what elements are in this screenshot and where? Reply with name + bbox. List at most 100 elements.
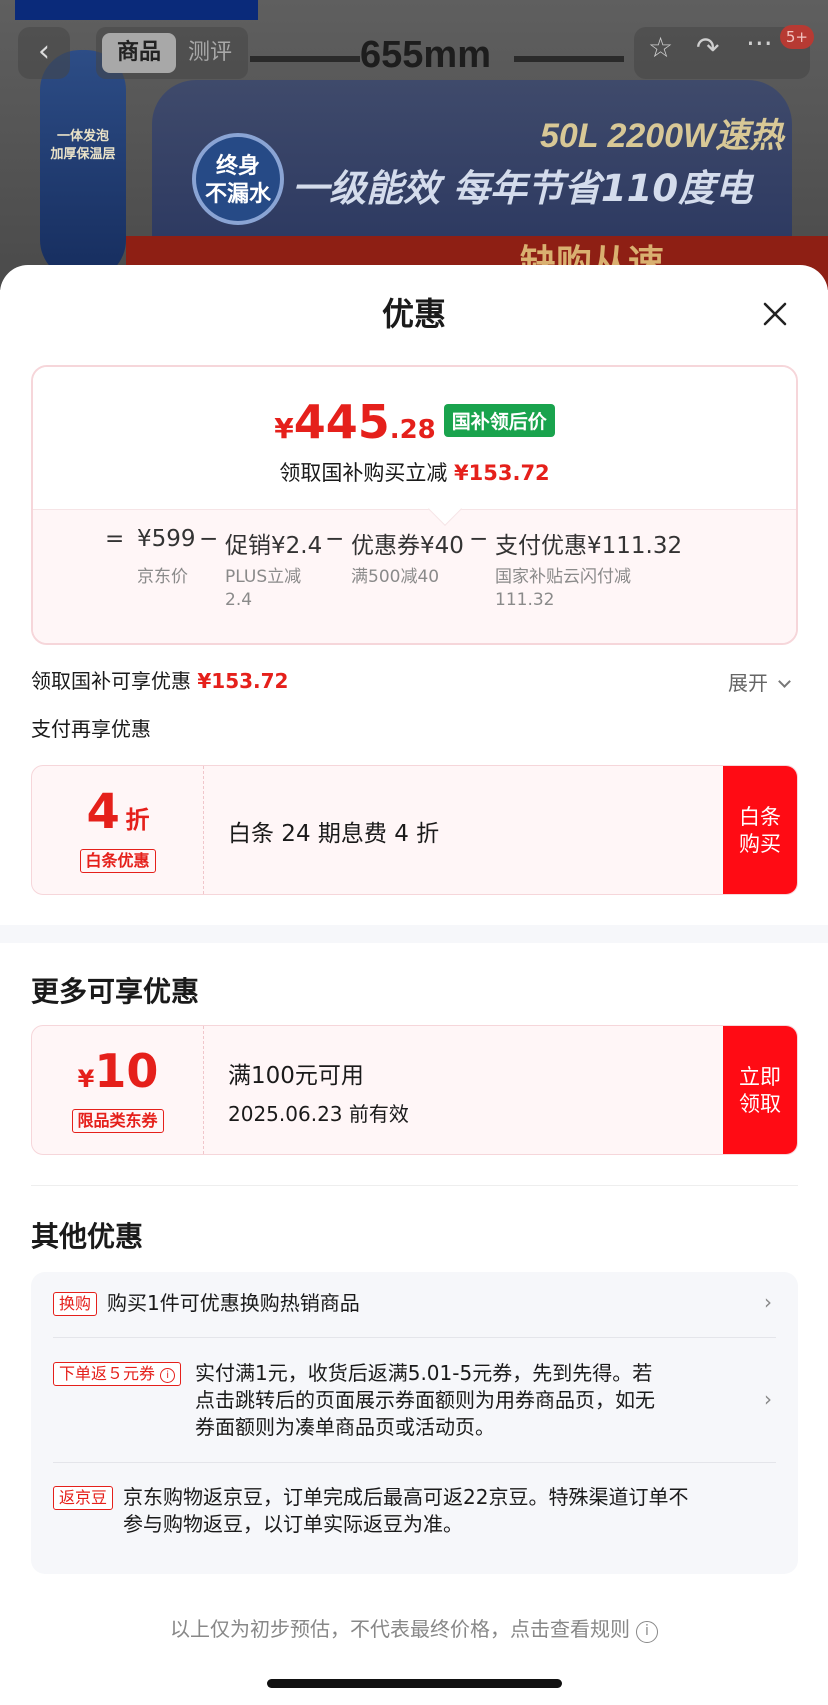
star-icon[interactable]: ☆ [648, 31, 673, 64]
baitiao-discount: 4 折 [32, 784, 204, 840]
final-price: ¥445.28 国补领后价 [33, 395, 796, 449]
price-breakdown: = ¥599 − 促销¥2.4 − 优惠券¥40 − 支付优惠¥111.32 京… [33, 509, 796, 643]
banner-capacity: 50L [540, 117, 598, 155]
banner-seal: 终身 不漏水 [192, 133, 284, 225]
chevron-left-icon: ‹ [38, 34, 50, 69]
formula-coupon: 优惠券¥40 [351, 533, 464, 559]
jd-coupon: ¥10 限品类东券 满100元可用 2025.06.23 前有效 立即 领取 [31, 1025, 798, 1155]
pill-text-2: 加厚保温层 [50, 147, 116, 162]
seal-line-1: 终身 [215, 154, 260, 179]
list-item-coupon-return[interactable]: 下单返５元券 i 实付满1元，收货后返满5.01-5元券，先到先得。若 点击跳转… [53, 1360, 776, 1444]
list-item-jd-beans: 返京豆 京东购物返京豆，订单完成后最高可返22京豆。特殊渠道订单不 参与购物返豆… [53, 1484, 776, 1542]
top-blue-bar [15, 0, 258, 20]
coupon-return-line-3: 券面额则为凑单商品页或活动页。 [195, 1415, 495, 1439]
trade-in-tag: 换购 [53, 1292, 98, 1316]
formula-payment: 支付优惠¥111.32 [495, 533, 683, 559]
baitiao-button-line-1: 白条 [739, 805, 781, 829]
seal-line-2: 不漏水 [204, 182, 271, 207]
info-icon: i [636, 1621, 658, 1643]
price-yen: ¥ [274, 412, 294, 445]
coupon-note: 满500减40 [351, 567, 440, 587]
price-sub-text: 领取国补购买立减 [279, 461, 448, 485]
top-nav: ‹ 商品 测评 ☆ ↷ ··· 5+ [18, 25, 814, 81]
jd-coupon-expiry: 2025.06.23 前有效 [228, 1102, 409, 1126]
jd-beans-line-2: 参与购物返豆，以订单实际返豆为准。 [123, 1512, 463, 1536]
jd-coupon-condition: 满100元可用 [228, 1063, 364, 1089]
formula-promo: 促销¥2.4 [225, 533, 323, 559]
subsidy-price-tag: 国补领后价 [443, 404, 555, 437]
claim-button-line-1: 立即 [739, 1065, 781, 1089]
section-rule [31, 1185, 798, 1186]
formula-minus-3: − [469, 526, 489, 552]
tab-review[interactable]: 测评 [178, 33, 242, 73]
promo-note-line-2: 2.4 [225, 590, 253, 610]
jd-coupon-left: ¥10 限品类东券 [32, 1026, 204, 1154]
formula-jd-price: ¥599 [137, 526, 196, 552]
subsidy-amount: ¥153.72 [197, 669, 289, 693]
footnote-text: 以上仅为初步预估，不代表最终价格，点击查看规则 [170, 1617, 630, 1641]
more-icon[interactable]: ··· [746, 27, 773, 60]
feature-pill: 一体发泡 加厚保温层 [40, 50, 126, 280]
baitiao-buy-button[interactable]: 白条 购买 [723, 766, 797, 894]
formula-minus-1: − [199, 526, 219, 552]
share-icon[interactable]: ↷ [696, 31, 719, 64]
subsidy-label: 领取国补可享优惠 [31, 669, 191, 693]
rules-footnote[interactable]: 以上仅为初步预估，不代表最终价格，点击查看规则 i [0, 1613, 828, 1643]
discount-sheet: 优惠 ¥445.28 国补领后价 领取国补购买立减 ¥153.72 = ¥599 … [0, 265, 828, 1705]
banner-power: 2200W速热 [607, 117, 784, 155]
expand-button[interactable]: 展开 [728, 667, 792, 696]
list-separator [53, 1462, 776, 1463]
price-decimal: .28 [389, 415, 436, 445]
pill-text-1: 一体发泡 [56, 129, 109, 144]
jd-beans-line-1: 京东购物返京豆，订单完成后最高可返22京豆。特殊渠道订单不 [123, 1485, 689, 1509]
claim-button-line-2: 领取 [739, 1092, 781, 1116]
list-item-trade-in[interactable]: 换购 购买1件可优惠换购热销商品 › [53, 1290, 776, 1320]
info-icon: i [160, 1368, 176, 1383]
other-offers-title: 其他优惠 [31, 1220, 144, 1253]
close-button[interactable] [752, 291, 798, 337]
formula-minus-2: − [325, 526, 345, 552]
chevron-right-icon: › [764, 1290, 772, 1314]
jd-beans-text: 京东购物返京豆，订单完成后最高可返22京豆。特殊渠道订单不 参与购物返豆，以订单… [123, 1484, 688, 1538]
coupon-return-text: 实付满1元，收货后返满5.01-5元券，先到先得。若 点击跳转后的页面展示券面额… [195, 1360, 655, 1441]
baitiao-tag: 白条优惠 [79, 849, 156, 873]
section-divider [0, 925, 828, 943]
coupon-return-line-1: 实付满1元，收货后返满5.01-5元券，先到先得。若 [195, 1361, 653, 1385]
subsidy-row: 领取国补可享优惠 ¥153.72 [31, 665, 288, 694]
pay-label: 支付再享优惠 [31, 717, 151, 741]
promo-note: PLUS立减 2.4 [225, 566, 301, 612]
list-separator [53, 1337, 776, 1338]
tab-product[interactable]: 商品 [102, 33, 176, 73]
coupon-return-tag: 下单返５元券 i [53, 1362, 182, 1386]
expand-label: 展开 [728, 671, 768, 695]
coupon-return-tag-text: 下单返５元券 [59, 1364, 156, 1383]
jd-coupon-value: 10 [94, 1044, 159, 1098]
price-subtitle: 领取国补购买立减 ¥153.72 [33, 457, 796, 487]
price-summary-card: ¥445.28 国补领后价 领取国补购买立减 ¥153.72 = ¥599 − 促… [31, 365, 798, 645]
banner-headline: 一级能效 每年节省110度电 [292, 167, 753, 210]
jd-price-note: 京东价 [137, 567, 188, 587]
home-indicator [267, 1679, 562, 1688]
close-icon [763, 302, 787, 326]
payment-note-line-2: 111.32 [495, 590, 555, 610]
baitiao-button-line-2: 购买 [739, 832, 781, 856]
baitiao-offer: 4 折 白条优惠 白条 24 期息费 4 折 白条 购买 [31, 765, 798, 895]
baitiao-left: 4 折 白条优惠 [32, 766, 204, 894]
price-top: ¥445.28 国补领后价 领取国补购买立减 ¥153.72 [33, 367, 796, 509]
back-button[interactable]: ‹ [18, 27, 70, 79]
claim-coupon-button[interactable]: 立即 领取 [723, 1026, 797, 1154]
nav-tabs: 商品 测评 [96, 27, 248, 79]
jd-coupon-amount: ¥10 [32, 1044, 204, 1098]
jd-coupon-tag: 限品类东券 [71, 1109, 164, 1133]
chevron-right-icon: › [764, 1387, 772, 1411]
jd-beans-tag: 返京豆 [53, 1486, 114, 1510]
chevron-down-icon [778, 675, 792, 688]
promo-note-line-1: PLUS立减 [225, 567, 302, 587]
price-integer: 445 [293, 395, 390, 449]
banner-spec: 50L 2200W速热 [540, 108, 783, 157]
formula-eq: = [105, 526, 125, 552]
nav-actions: ☆ ↷ ··· 5+ [634, 25, 814, 79]
baitiao-unit: 折 [125, 806, 150, 834]
coupon-return-line-2: 点击跳转后的页面展示券面额则为用券商品页，如无 [195, 1388, 655, 1412]
price-sub-amount: ¥153.72 [454, 461, 550, 485]
